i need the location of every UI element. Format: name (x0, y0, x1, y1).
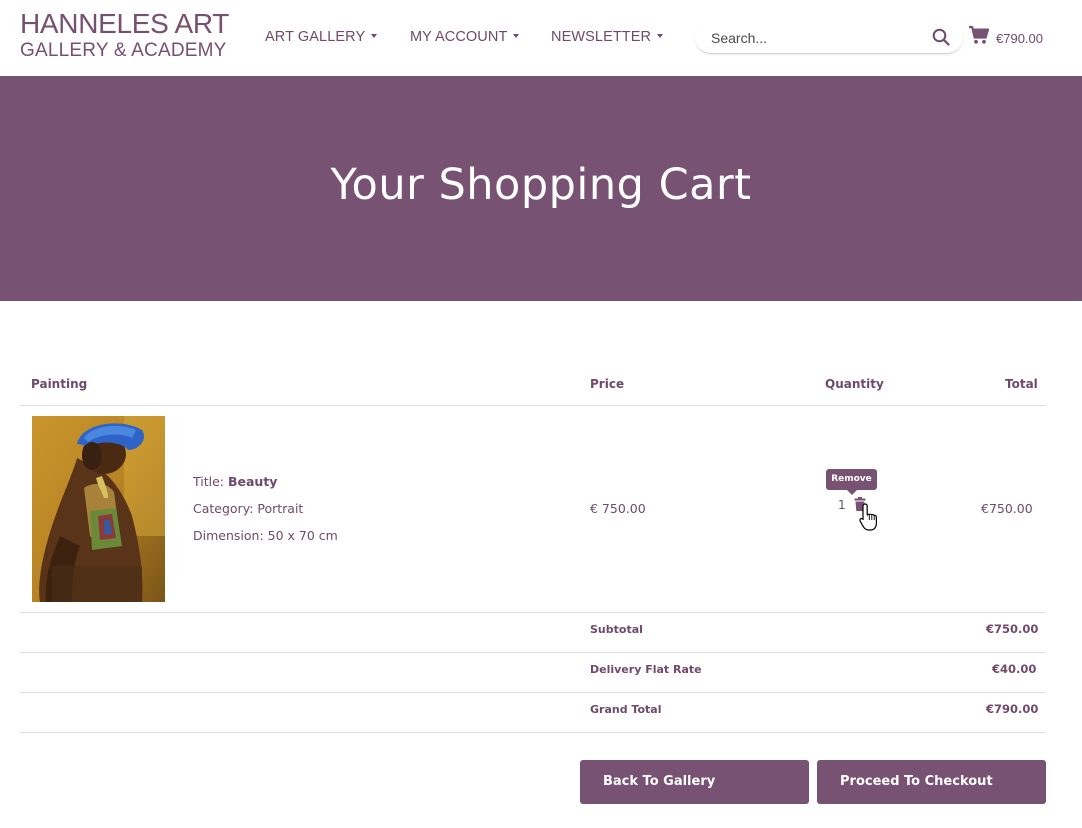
site-logo[interactable]: HANNELES ART GALLERY & ACADEMY (20, 8, 230, 61)
cart-total: €790.00 (996, 31, 1043, 46)
item-quantity: 1 (838, 498, 846, 512)
back-to-gallery-button[interactable]: Back To Gallery (580, 760, 809, 804)
divider (20, 652, 1046, 653)
header-painting: Painting (31, 377, 88, 391)
mouse-pointer-icon (859, 503, 877, 531)
painting-thumbnail[interactable] (32, 416, 165, 602)
caret-down-icon (371, 34, 378, 39)
search-input[interactable] (711, 28, 916, 48)
divider (20, 405, 1046, 406)
brand-line-2: GALLERY & ACADEMY (20, 40, 227, 61)
nav-my-account-label: MY ACCOUNT (410, 29, 508, 45)
divider (20, 732, 1046, 733)
shopping-cart-icon (969, 25, 990, 44)
item-title: Title: Beauty (193, 474, 277, 489)
hero-banner: Your Shopping Cart (0, 76, 1082, 301)
nav-my-account[interactable]: MY ACCOUNT (410, 29, 520, 45)
header-price: Price (590, 377, 625, 391)
page-title: Your Shopping Cart (330, 160, 752, 210)
delivery-label: Delivery Flat Rate (590, 663, 702, 676)
delivery-value: €40.00 (992, 662, 1037, 676)
nav-newsletter-label: NEWSLETTER (551, 29, 652, 45)
brand-line-1: HANNELES ART (20, 8, 230, 39)
divider (20, 692, 1046, 693)
item-category: Category: Portrait (193, 501, 304, 516)
item-dimension: Dimension: 50 x 70 cm (193, 528, 338, 543)
proceed-to-checkout-button[interactable]: Proceed To Checkout (817, 760, 1046, 804)
item-price: € 750.00 (590, 501, 646, 516)
caret-down-icon (513, 34, 520, 39)
grand-total-value: €790.00 (986, 702, 1039, 716)
item-total: €750.00 (981, 501, 1033, 516)
search-box (695, 22, 963, 54)
remove-tooltip: Remove (826, 469, 877, 495)
caret-down-icon (657, 34, 664, 39)
grand-total-label: Grand Total (590, 703, 662, 716)
item-title-label: Title: (193, 474, 228, 489)
nav-art-gallery-label: ART GALLERY (265, 29, 366, 45)
nav-newsletter[interactable]: NEWSLETTER (551, 29, 664, 45)
search-icon[interactable] (932, 28, 950, 46)
header-total: Total (1005, 377, 1038, 391)
navbar: HANNELES ART GALLERY & ACADEMY ART GALLE… (0, 0, 1082, 76)
subtotal-label: Subtotal (590, 623, 643, 636)
nav-art-gallery[interactable]: ART GALLERY (265, 29, 378, 45)
item-title-value: Beauty (227, 474, 278, 489)
divider (20, 612, 1046, 613)
header-quantity: Quantity (825, 377, 884, 391)
subtotal-value: €750.00 (986, 622, 1039, 636)
